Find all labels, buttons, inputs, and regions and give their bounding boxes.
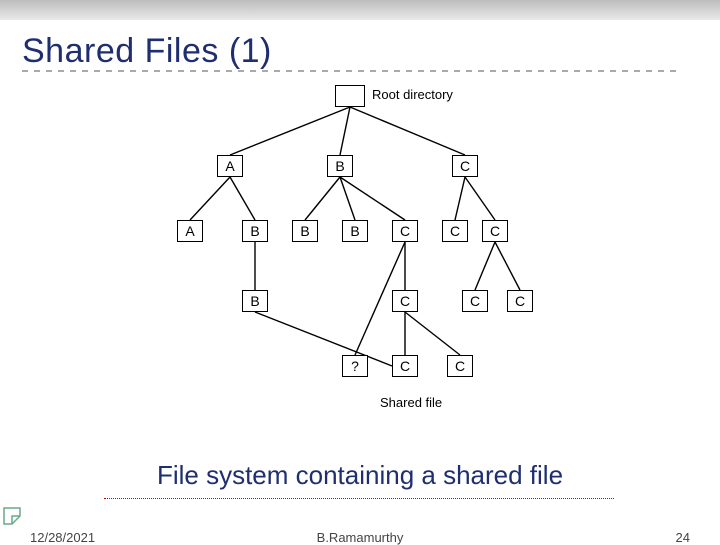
tree-node: C <box>392 290 418 312</box>
tree-node: B <box>242 290 268 312</box>
window-titlebar <box>0 0 720 20</box>
tree-node: C <box>392 220 418 242</box>
tree-node: ? <box>342 355 368 377</box>
tree-node: B <box>292 220 318 242</box>
footer-author: B.Ramamurthy <box>317 530 404 545</box>
footer-date: 12/28/2021 <box>30 530 95 545</box>
title-underline <box>22 70 682 72</box>
tree-node: B <box>327 155 353 177</box>
tree-node: C <box>482 220 508 242</box>
tree-node: B <box>342 220 368 242</box>
slide-caption: File system containing a shared file <box>0 460 720 491</box>
shared-file-label: Shared file <box>380 395 442 410</box>
root-label: Root directory <box>372 87 453 102</box>
tree-node: A <box>177 220 203 242</box>
file-tree-diagram: Root directory A B C A B B B C C C B C ?… <box>140 85 580 445</box>
tree-node: A <box>217 155 243 177</box>
tree-edges <box>140 85 580 445</box>
tree-node-root <box>335 85 365 107</box>
tree-node: C <box>452 155 478 177</box>
tree-node: C <box>442 220 468 242</box>
tree-node: C <box>462 290 488 312</box>
tree-node: C <box>447 355 473 377</box>
slide-title: Shared Files (1) <box>0 20 720 71</box>
tree-node: C <box>392 355 418 377</box>
tree-node: B <box>242 220 268 242</box>
tree-node: C <box>507 290 533 312</box>
caption-underline <box>104 498 614 499</box>
corner-fold-icon <box>2 506 22 526</box>
footer-page: 24 <box>676 530 690 545</box>
